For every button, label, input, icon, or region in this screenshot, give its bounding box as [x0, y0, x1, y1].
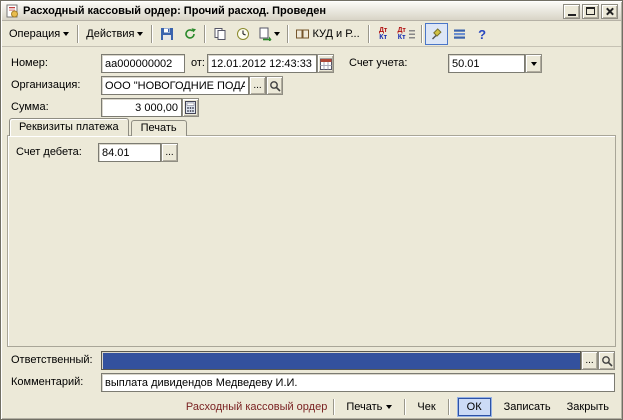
create-based-on-button[interactable]	[254, 23, 284, 45]
org-label: Организация:	[11, 79, 81, 91]
number-input[interactable]	[101, 54, 185, 73]
toolbar-separator	[367, 25, 369, 43]
window-title: Расходный кассовый ордер: Прочий расход.…	[23, 5, 326, 17]
account-select[interactable]	[448, 54, 525, 73]
close-form-button[interactable]: Закрыть	[561, 398, 615, 416]
actions-label: Действия	[86, 28, 135, 40]
help-icon: ?	[478, 26, 487, 42]
maximize-button[interactable]	[582, 3, 599, 19]
save-icon	[160, 27, 174, 41]
write-button[interactable]: Записать	[498, 398, 557, 416]
sum-label: Сумма:	[11, 101, 49, 113]
calendar-button[interactable]	[317, 54, 334, 73]
comment-input[interactable]	[101, 373, 615, 392]
sum-input[interactable]	[101, 98, 182, 117]
toolbar-separator	[204, 25, 206, 43]
footer-separator	[333, 398, 335, 415]
dtkt-list-icon: Дт Кт	[397, 27, 405, 41]
responsible-ellipsis-button[interactable]: ...	[581, 351, 598, 370]
tab-panel: Счет дебета: ...	[7, 135, 616, 347]
list-icon	[408, 28, 415, 40]
structure-icon	[453, 28, 466, 40]
account-label: Счет учета:	[349, 57, 408, 69]
tab-payment-details[interactable]: Реквизиты платежа	[9, 118, 129, 136]
responsible-input[interactable]	[101, 351, 581, 370]
close-button[interactable]	[601, 3, 618, 19]
dtkt-icon: Дт Кт	[379, 27, 387, 41]
clock-icon	[236, 27, 250, 41]
calendar-icon	[319, 58, 332, 70]
comment-label: Комментарий:	[11, 376, 84, 388]
kt-label: Кт	[379, 34, 387, 41]
calculator-icon	[185, 101, 196, 114]
chevron-down-icon	[274, 32, 281, 36]
chevron-down-icon	[63, 32, 70, 36]
toolbar-separator	[151, 25, 153, 43]
debit-input[interactable]	[98, 143, 161, 162]
check-button[interactable]: Чек	[411, 398, 441, 416]
org-ellipsis-button[interactable]: ...	[249, 76, 266, 95]
title-bar: Расходный кассовый ордер: Прочий расход.…	[2, 2, 621, 21]
calculator-button[interactable]	[182, 98, 199, 117]
responsible-lookup-button[interactable]	[598, 351, 615, 370]
kud-label: КУД и Р...	[312, 28, 360, 40]
chevron-down-icon	[137, 32, 144, 36]
debit-label: Счет дебета:	[16, 146, 82, 158]
copy-icon	[213, 27, 227, 41]
number-label: Номер:	[11, 57, 48, 69]
set-time-button[interactable]	[231, 23, 254, 45]
save-button[interactable]	[155, 23, 178, 45]
toolbar-separator	[287, 25, 289, 43]
org-input[interactable]	[101, 76, 249, 95]
date-prefix-label: от:	[191, 57, 205, 69]
account-dropdown-button[interactable]	[525, 54, 542, 73]
footer: Расходный кассовый ордер Печать Чек ОК З…	[7, 396, 615, 417]
chevron-down-icon	[386, 404, 393, 409]
dt-label: Дт	[378, 27, 388, 34]
maximize-icon	[586, 7, 595, 15]
pin-button[interactable]	[424, 23, 448, 45]
footer-separator	[404, 398, 406, 415]
toolbar-separator	[420, 25, 422, 43]
app-window: Расходный кассовый ордер: Прочий расход.…	[0, 0, 623, 420]
copy-button[interactable]	[208, 23, 231, 45]
dtkt-list-button[interactable]: Дт Кт	[395, 23, 418, 45]
chevron-down-icon	[530, 61, 537, 66]
ok-button[interactable]: ОК	[457, 397, 491, 416]
minimize-button[interactable]	[563, 3, 580, 19]
document-icon	[5, 4, 19, 18]
dtkt-button[interactable]: Дт Кт	[372, 23, 395, 45]
close-icon	[605, 7, 614, 16]
window-controls	[563, 3, 618, 19]
pin-icon	[430, 27, 443, 41]
tab-bar: Реквизиты платежа Печать	[9, 118, 189, 136]
org-lookup-button[interactable]	[266, 76, 283, 95]
date-input[interactable]	[207, 54, 317, 73]
dt-label: Дт	[397, 27, 406, 34]
refresh-icon	[183, 27, 197, 41]
debit-ellipsis-button[interactable]: ...	[161, 143, 178, 162]
reread-button[interactable]	[178, 23, 201, 45]
operation-label: Операция	[9, 28, 61, 40]
toolbar: Операция Действия КУД и Р... Дт Кт Дт Кт…	[2, 22, 621, 47]
toolbar-separator	[77, 25, 79, 43]
magnifier-icon	[601, 355, 613, 367]
tab-print[interactable]: Печать	[130, 120, 187, 136]
print-label: Печать	[346, 400, 383, 413]
kt-label: Кт	[397, 34, 406, 41]
responsible-label: Ответственный:	[11, 354, 93, 366]
help-button[interactable]: ?	[471, 23, 494, 45]
magnifier-icon	[269, 80, 281, 92]
minimize-icon	[567, 13, 576, 16]
print-button[interactable]: Печать	[340, 398, 398, 416]
book-icon	[296, 28, 310, 40]
operation-menu-button[interactable]: Операция	[4, 23, 74, 45]
doc-type-label: Расходный кассовый ордер	[185, 400, 328, 413]
kud-button[interactable]: КУД и Р...	[291, 23, 364, 45]
structure-button[interactable]	[448, 23, 471, 45]
actions-menu-button[interactable]: Действия	[81, 23, 148, 45]
footer-separator	[447, 398, 449, 415]
based-on-icon	[258, 27, 272, 41]
